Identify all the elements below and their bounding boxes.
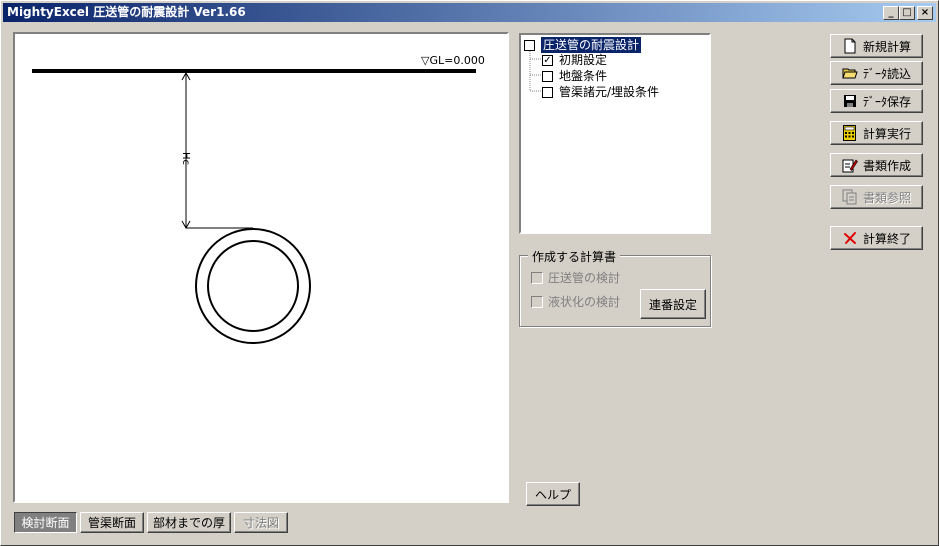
load-data-label: ﾃﾞｰﾀ読込	[862, 66, 911, 81]
create-documents-button[interactable]: 書類作成	[830, 153, 923, 177]
help-button[interactable]: ヘルプ	[526, 482, 580, 506]
tab-dimension-drawing[interactable]: 寸法図	[234, 512, 288, 533]
tree-item-initial-settings[interactable]: ✓ 初期設定	[542, 52, 607, 68]
title-bar[interactable]: MightyExcel 圧送管の耐震設計 Ver1.66 _ □ ×	[3, 3, 936, 22]
option-label: 液状化の検討	[548, 295, 621, 309]
section-canvas: ▽GL=0.000 Hc	[13, 32, 509, 503]
save-data-label: ﾃﾞｰﾀ保存	[862, 94, 911, 109]
pipe-outer-circle	[195, 228, 311, 344]
window-controls: _ □ ×	[883, 6, 933, 20]
tree-item-ground-conditions[interactable]: 地盤条件	[542, 68, 607, 84]
tree-pipe-specs-checkbox[interactable]	[542, 86, 553, 98]
window-title: MightyExcel 圧送管の耐震設計 Ver1.66	[7, 5, 246, 19]
close-button[interactable]: ×	[917, 6, 933, 20]
save-data-button[interactable]: ﾃﾞｰﾀ保存	[830, 89, 923, 113]
documents-icon	[842, 189, 858, 205]
pipe-inner-circle	[207, 240, 299, 332]
option-pressure-pipe-checkbox[interactable]	[531, 271, 543, 284]
tab-pipe-section[interactable]: 管渠断面	[80, 512, 144, 533]
floppy-disk-icon	[842, 93, 858, 109]
minimize-button[interactable]: _	[883, 6, 899, 20]
condition-tree[interactable]: 圧送管の耐震設計 ✓ 初期設定 地盤条件 管渠諸元/埋設条件	[519, 33, 711, 234]
tree-root-checkbox[interactable]	[524, 39, 535, 51]
load-data-button[interactable]: ﾃﾞｰﾀ読込	[830, 61, 923, 85]
section-drawing: ▽GL=0.000 Hc	[32, 54, 485, 344]
tree-item-label: 地盤条件	[559, 69, 608, 83]
numbering-settings-button[interactable]: 連番設定	[640, 289, 706, 319]
tree-item-label: 管渠諸元/埋設条件	[559, 85, 660, 99]
run-calculation-label: 計算実行	[862, 126, 911, 141]
view-documents-button[interactable]: 書類参照	[830, 185, 923, 209]
gl-label: ▽GL=0.000	[421, 54, 485, 67]
edit-document-icon	[842, 157, 858, 173]
tree-item-root[interactable]: 圧送管の耐震設計	[524, 37, 642, 53]
option-liquefaction[interactable]: 液状化の検討	[531, 293, 620, 310]
app-window: MightyExcel 圧送管の耐震設計 Ver1.66 _ □ × ▽GL=0…	[0, 0, 939, 546]
depth-label: Hc	[180, 152, 191, 165]
tree-initial-settings-checkbox[interactable]: ✓	[542, 54, 553, 66]
option-liquefaction-checkbox[interactable]	[531, 295, 543, 308]
run-calculation-button[interactable]: 計算実行	[830, 121, 923, 145]
new-calculation-label: 新規計算	[862, 39, 911, 54]
create-documents-label: 書類作成	[862, 158, 911, 173]
new-document-icon	[842, 38, 858, 54]
tab-study-section[interactable]: 検討断面	[14, 512, 77, 533]
option-pressure-pipe[interactable]: 圧送管の検討	[531, 269, 620, 286]
calculator-icon	[842, 125, 858, 141]
open-folder-icon	[842, 65, 858, 81]
close-icon	[842, 230, 858, 246]
new-calculation-button[interactable]: 新規計算	[830, 34, 923, 58]
option-label: 圧送管の検討	[548, 271, 621, 285]
tree-root-label: 圧送管の耐震設計	[541, 37, 642, 53]
maximize-button[interactable]: □	[899, 6, 915, 20]
exit-calculation-label: 計算終了	[862, 231, 911, 246]
tab-member-thickness[interactable]: 部材までの厚	[147, 512, 231, 533]
view-documents-label: 書類参照	[862, 190, 911, 205]
tree-item-pipe-specs[interactable]: 管渠諸元/埋設条件	[542, 84, 659, 100]
reports-groupbox-title: 作成する計算書	[528, 248, 621, 265]
exit-calculation-button[interactable]: 計算終了	[830, 226, 923, 250]
tree-ground-conditions-checkbox[interactable]	[542, 70, 553, 82]
reports-groupbox: 作成する計算書 圧送管の検討 液状化の検討 連番設定	[519, 248, 711, 327]
tree-item-label: 初期設定	[559, 53, 608, 67]
